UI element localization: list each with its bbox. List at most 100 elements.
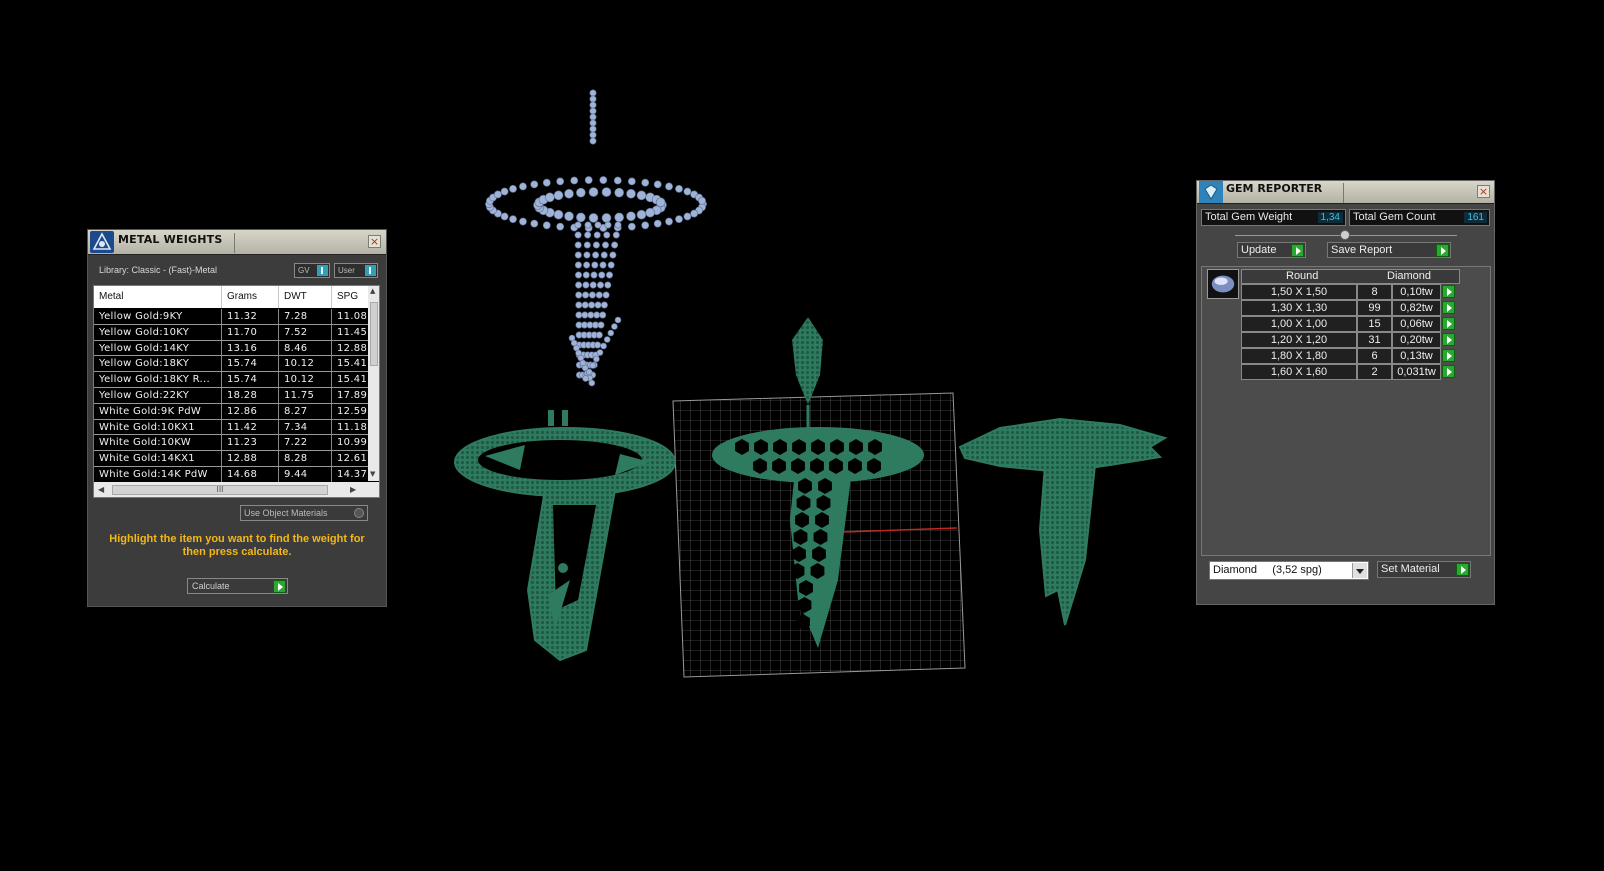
cell-divider (221, 466, 222, 482)
save-report-button[interactable]: Save Report (1327, 242, 1451, 258)
col-round: Round (1286, 270, 1319, 282)
gem-stone (636, 209, 647, 220)
col-grams[interactable]: Grams (227, 291, 257, 302)
gem-stone (574, 231, 582, 239)
table-row[interactable]: Yellow Gold:9KY 11.32 7.28 11.08 (94, 309, 368, 325)
play-arrow-icon[interactable] (1442, 285, 1455, 298)
set-material-label: Set Material (1381, 563, 1440, 575)
gem-reporter-title-bar[interactable]: GEM REPORTER × (1197, 181, 1494, 204)
gem-stone (593, 231, 601, 239)
metal-weights-close-icon[interactable]: × (368, 235, 381, 248)
play-arrow-icon[interactable] (1442, 365, 1455, 378)
gem-stone (605, 271, 613, 279)
gem-stone (600, 342, 607, 350)
use-object-materials-toggle[interactable]: Use Object Materials (240, 505, 368, 521)
dwt-cell: 7.52 (284, 326, 308, 338)
scroll-up-icon[interactable]: ▲ (370, 287, 375, 295)
collapse-knob-icon[interactable] (1340, 230, 1350, 240)
grams-cell: 11.32 (227, 311, 258, 322)
gem-count-cell: 8 (1357, 284, 1392, 300)
metal-weights-table[interactable]: Metal Grams DWT SPG Yellow Gold:9KY 11.32… (93, 285, 380, 498)
horizontal-scroll-thumb[interactable]: III (112, 485, 328, 495)
table-row[interactable]: Yellow Gold:10KY 11.70 7.52 11.45 (94, 324, 368, 341)
gem-pave-model[interactable] (485, 89, 707, 387)
update-button[interactable]: Update (1237, 242, 1306, 258)
table-row[interactable]: Yellow Gold:14KY 13.16 8.46 12.88 (94, 340, 368, 357)
gem-count-cell: 2 (1357, 364, 1392, 380)
gem-stone (611, 323, 618, 330)
gem-row[interactable]: 1,60 X 1,60 2 0,031tw (1241, 364, 1481, 380)
gem-stone (597, 321, 605, 329)
cell-divider (331, 419, 332, 435)
gv-toggle[interactable]: GV (294, 263, 330, 278)
gem-stone (570, 176, 579, 185)
cell-divider (221, 340, 222, 356)
gem-stone (595, 291, 603, 299)
col-metal[interactable]: Metal (99, 291, 123, 302)
gem-row[interactable]: 1,50 X 1,50 8 0,10tw (1241, 284, 1481, 300)
gem-stone (599, 176, 608, 184)
dwt-cell: 10.12 (284, 374, 315, 386)
cell-divider (278, 324, 279, 340)
table-row[interactable]: White Gold:14KX1 12.88 8.28 12.61 (94, 451, 368, 467)
play-arrow-icon[interactable] (1442, 301, 1455, 314)
gv-toggle-icon (317, 265, 328, 276)
table-row[interactable]: White Gold:14K PdW 14.68 9.44 14.37 (94, 466, 368, 483)
spg-cell: 15.41 (337, 358, 367, 370)
gem-report-list[interactable]: Round Diamond 1,50 X 1,50 8 0,10tw 1,30 X 1… (1201, 266, 1491, 556)
gem-reporter-logo-icon (1199, 181, 1223, 203)
gem-stone (582, 291, 590, 299)
gem-stone (574, 261, 582, 269)
round-diamond-icon[interactable] (1207, 269, 1239, 299)
gem-stone (601, 241, 609, 249)
metal-table-horizontal-scrollbar[interactable]: ◀ III ▶ (94, 482, 379, 497)
grams-cell: 11.42 (227, 421, 258, 433)
gem-size-cell: 1,60 X 1,60 (1241, 364, 1357, 380)
gem-stone (582, 375, 589, 382)
col-spg[interactable]: SPG (337, 291, 358, 302)
metal-cell: White Gold:10KW (99, 437, 191, 449)
dwt-cell: 8.28 (284, 453, 308, 465)
gem-reporter-close-icon[interactable]: × (1477, 185, 1490, 198)
table-row[interactable]: Yellow Gold:18KY 15.74 10.12 15.41 (94, 356, 368, 373)
scroll-right-icon[interactable]: ▶ (350, 485, 356, 494)
gem-stone (592, 241, 600, 249)
set-material-button[interactable]: Set Material (1377, 561, 1471, 578)
open-frame-pendant-model[interactable] (454, 410, 676, 662)
gem-stone (519, 217, 527, 226)
metal-weights-logo-icon (90, 231, 114, 253)
table-row[interactable]: White Gold:9K PdW 12.86 8.27 12.59 (94, 403, 368, 420)
gem-stone (589, 89, 597, 97)
gem-stone (683, 187, 692, 196)
gem-stone (591, 261, 599, 269)
radio-icon (354, 508, 364, 518)
gem-row[interactable]: 1,20 X 1,20 31 0,20tw (1241, 332, 1481, 348)
table-row[interactable]: White Gold:10KX1 11.42 7.34 11.18 (94, 419, 368, 436)
gem-row[interactable]: 1,00 X 1,00 15 0,06tw (1241, 316, 1481, 332)
scroll-down-icon[interactable]: ▼ (370, 470, 375, 478)
play-arrow-icon[interactable] (1442, 349, 1455, 362)
solid-pave-pendant-model[interactable] (958, 417, 1168, 626)
table-row[interactable]: Yellow Gold:18KY R... 15.74 10.12 15.41 (94, 372, 368, 388)
cell-divider (221, 451, 222, 467)
play-arrow-icon[interactable] (1442, 333, 1455, 346)
material-select[interactable]: Diamond (3,52 spg) (1209, 561, 1369, 580)
metal-weights-title-bar[interactable]: METAL WEIGHTS × (88, 230, 386, 255)
table-row[interactable]: White Gold:10KW 11.23 7.22 10.99 (94, 435, 368, 452)
gem-stone (607, 261, 615, 269)
scroll-left-icon[interactable]: ◀ (98, 485, 104, 494)
play-arrow-icon[interactable] (1442, 317, 1455, 330)
user-toggle[interactable]: User (334, 263, 378, 278)
table-row[interactable]: Yellow Gold:22KY 18.28 11.75 17.89 (94, 387, 368, 404)
gem-report-header: Round Diamond (1241, 269, 1460, 284)
gem-row[interactable]: 1,30 X 1,30 99 0,82tw (1241, 300, 1481, 316)
col-dwt[interactable]: DWT (284, 291, 307, 302)
metal-table-vertical-scrollbar[interactable]: ▲ ▼ (368, 286, 379, 481)
grams-cell: 11.70 (227, 326, 258, 338)
vertical-scroll-thumb[interactable] (370, 302, 378, 366)
chevron-down-icon[interactable] (1352, 563, 1367, 578)
gem-row[interactable]: 1,80 X 1,80 6 0,13tw (1241, 348, 1481, 364)
dwt-cell: 8.27 (284, 405, 308, 417)
calculate-button[interactable]: Calculate (187, 578, 288, 594)
metal-cell: Yellow Gold:22KY (99, 389, 190, 401)
